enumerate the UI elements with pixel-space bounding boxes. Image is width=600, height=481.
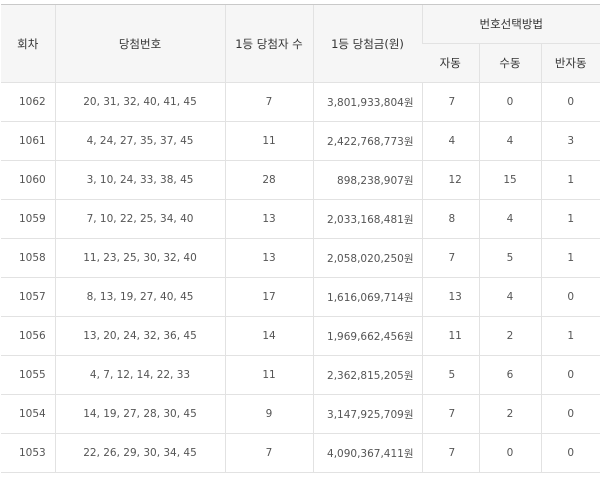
cell-manual: 15 xyxy=(478,160,541,200)
cell-first-prize-amount: 4,090,367,411원 xyxy=(312,433,422,473)
cell-semi-auto: 0 xyxy=(540,355,600,395)
cell-manual: 0 xyxy=(478,82,541,122)
cell-first-prize-amount: 3,801,933,804원 xyxy=(312,82,422,122)
cell-first-prize-amount: 2,058,020,250원 xyxy=(312,238,422,278)
cell-semi-auto: 0 xyxy=(540,433,600,473)
cell-round: 1059 xyxy=(1,199,55,239)
cell-manual: 4 xyxy=(478,277,541,317)
lotto-results-table: 회차 당첨번호 1등 당첨자 수 1등 당첨금(원) 번호선택방법 자동 수동 … xyxy=(1,4,600,473)
header-winning-numbers: 당첨번호 xyxy=(54,4,225,83)
cell-round: 1061 xyxy=(1,121,55,161)
table-row: 1055 4, 7, 12, 14, 22, 33 11 2,362,815,205원… xyxy=(1,355,600,395)
cell-first-prize-winners: 7 xyxy=(224,82,313,122)
cell-first-prize-amount: 1,616,069,714원 xyxy=(312,277,422,317)
cell-auto: 13 xyxy=(421,277,479,317)
cell-winning-numbers: 20, 31, 32, 40, 41, 45 xyxy=(54,82,225,122)
cell-winning-numbers: 13, 20, 24, 32, 36, 45 xyxy=(54,316,225,356)
cell-auto: 4 xyxy=(421,121,479,161)
cell-first-prize-winners: 11 xyxy=(224,355,313,395)
header-round: 회차 xyxy=(1,4,55,83)
cell-manual: 0 xyxy=(478,433,541,473)
cell-round: 1060 xyxy=(1,160,55,200)
cell-semi-auto: 0 xyxy=(540,277,600,317)
cell-semi-auto: 1 xyxy=(540,199,600,239)
cell-auto: 7 xyxy=(421,433,479,473)
cell-winning-numbers: 4, 24, 27, 35, 37, 45 xyxy=(54,121,225,161)
cell-manual: 6 xyxy=(478,355,541,395)
table-header: 회차 당첨번호 1등 당첨자 수 1등 당첨금(원) 번호선택방법 자동 수동 … xyxy=(1,4,600,83)
cell-manual: 5 xyxy=(478,238,541,278)
table-row: 1060 3, 10, 24, 33, 38, 45 28 898,238,907원 1… xyxy=(1,160,600,200)
header-auto: 자동 xyxy=(422,43,479,83)
cell-winning-numbers: 22, 26, 29, 30, 34, 45 xyxy=(54,433,225,473)
table-row: 1056 13, 20, 24, 32, 36, 45 14 1,969,662,45… xyxy=(1,316,600,356)
cell-semi-auto: 1 xyxy=(540,160,600,200)
cell-first-prize-amount: 2,033,168,481원 xyxy=(312,199,422,239)
cell-round: 1055 xyxy=(1,355,55,395)
cell-auto: 7 xyxy=(421,238,479,278)
cell-first-prize-winners: 14 xyxy=(224,316,313,356)
cell-winning-numbers: 8, 13, 19, 27, 40, 45 xyxy=(54,277,225,317)
table-row: 1053 22, 26, 29, 30, 34, 45 7 4,090,367,411… xyxy=(1,433,600,473)
table-row: 1062 20, 31, 32, 40, 41, 45 7 3,801,933,804… xyxy=(1,82,600,122)
cell-first-prize-winners: 17 xyxy=(224,277,313,317)
cell-auto: 8 xyxy=(421,199,479,239)
cell-first-prize-winners: 13 xyxy=(224,199,313,239)
cell-manual: 4 xyxy=(478,199,541,239)
cell-first-prize-amount: 1,969,662,456원 xyxy=(312,316,422,356)
cell-auto: 12 xyxy=(421,160,479,200)
table-row: 1057 8, 13, 19, 27, 40, 45 17 1,616,069,714… xyxy=(1,277,600,317)
table-row: 1061 4, 24, 27, 35, 37, 45 11 2,422,768,773… xyxy=(1,121,600,161)
cell-first-prize-winners: 28 xyxy=(224,160,313,200)
cell-first-prize-winners: 11 xyxy=(224,121,313,161)
table-row: 1059 7, 10, 22, 25, 34, 40 13 2,033,168,481… xyxy=(1,199,600,239)
cell-winning-numbers: 4, 7, 12, 14, 22, 33 xyxy=(54,355,225,395)
cell-winning-numbers: 14, 19, 27, 28, 30, 45 xyxy=(54,394,225,434)
cell-first-prize-winners: 13 xyxy=(224,238,313,278)
header-manual: 수동 xyxy=(478,43,541,83)
cell-first-prize-winners: 7 xyxy=(224,433,313,473)
cell-round: 1053 xyxy=(1,433,55,473)
table-row: 1054 14, 19, 27, 28, 30, 45 9 3,147,925,709… xyxy=(1,394,600,434)
cell-semi-auto: 3 xyxy=(540,121,600,161)
header-first-prize-winners: 1등 당첨자 수 xyxy=(224,4,313,83)
header-first-prize-amount: 1등 당첨금(원) xyxy=(312,4,422,83)
cell-manual: 2 xyxy=(478,316,541,356)
header-semi-auto: 반자동 xyxy=(540,43,600,83)
cell-round: 1058 xyxy=(1,238,55,278)
cell-round: 1054 xyxy=(1,394,55,434)
cell-round: 1056 xyxy=(1,316,55,356)
cell-auto: 5 xyxy=(421,355,479,395)
table-body: 1062 20, 31, 32, 40, 41, 45 7 3,801,933,804… xyxy=(1,82,600,473)
cell-manual: 4 xyxy=(478,121,541,161)
table-row: 1058 11, 23, 25, 30, 32, 40 13 2,058,020,25… xyxy=(1,238,600,278)
cell-first-prize-winners: 9 xyxy=(224,394,313,434)
cell-auto: 7 xyxy=(421,394,479,434)
cell-round: 1062 xyxy=(1,82,55,122)
cell-semi-auto: 0 xyxy=(540,394,600,434)
cell-auto: 11 xyxy=(421,316,479,356)
cell-semi-auto: 0 xyxy=(540,82,600,122)
cell-manual: 2 xyxy=(478,394,541,434)
cell-semi-auto: 1 xyxy=(540,238,600,278)
cell-first-prize-amount: 2,362,815,205원 xyxy=(312,355,422,395)
header-number-selection-method: 번호선택방법 xyxy=(421,4,600,44)
cell-winning-numbers: 11, 23, 25, 30, 32, 40 xyxy=(54,238,225,278)
cell-round: 1057 xyxy=(1,277,55,317)
cell-winning-numbers: 7, 10, 22, 25, 34, 40 xyxy=(54,199,225,239)
cell-first-prize-amount: 898,238,907원 xyxy=(312,160,422,200)
cell-semi-auto: 1 xyxy=(540,316,600,356)
cell-winning-numbers: 3, 10, 24, 33, 38, 45 xyxy=(54,160,225,200)
cell-first-prize-amount: 2,422,768,773원 xyxy=(312,121,422,161)
cell-first-prize-amount: 3,147,925,709원 xyxy=(312,394,422,434)
cell-auto: 7 xyxy=(421,82,479,122)
